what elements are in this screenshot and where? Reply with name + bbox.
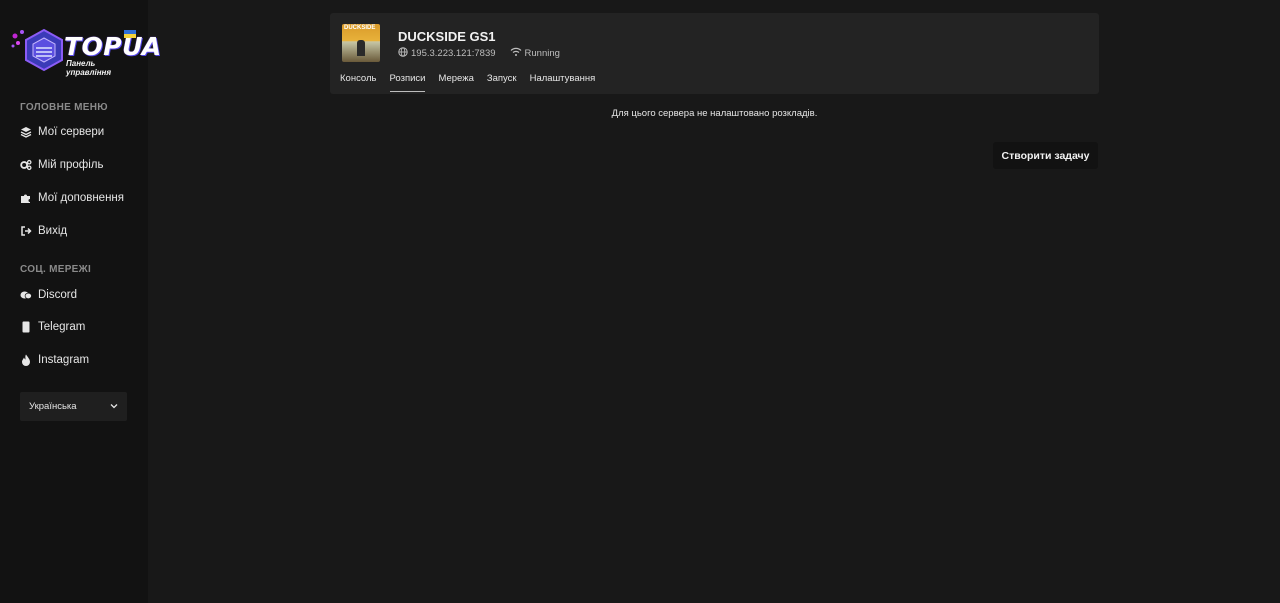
sidebar-item-logout[interactable]: Вихід xyxy=(20,222,67,240)
logout-icon xyxy=(20,225,32,237)
server-status-text: Running xyxy=(524,48,560,59)
sidebar-item-label: Вихід xyxy=(38,225,68,237)
puzzle-icon xyxy=(20,192,32,204)
sidebar-item-label: Telegram xyxy=(38,321,86,333)
sidebar-item-instagram[interactable]: Instagram xyxy=(20,351,89,369)
main-menu-title: ГОЛОВНЕ МЕНЮ xyxy=(20,102,108,113)
tab-settings[interactable]: Налаштування xyxy=(530,73,596,91)
sidebar-item-telegram[interactable]: Telegram xyxy=(20,318,85,336)
tab-console[interactable]: Консоль xyxy=(340,73,377,91)
server-address[interactable]: 195.3.223.121:7839 xyxy=(398,47,496,60)
logo-cube-icon xyxy=(11,28,63,72)
brand-logo[interactable]: TOPUA Панель управління xyxy=(10,26,161,77)
tab-network[interactable]: Мережа xyxy=(438,73,473,91)
sidebar-item-label: Мої сервери xyxy=(38,126,105,138)
wifi-icon xyxy=(510,47,522,60)
layers-icon xyxy=(20,126,32,138)
create-task-button[interactable]: Створити задачу xyxy=(993,142,1098,169)
language-selected: Українська xyxy=(29,401,77,412)
language-select[interactable]: Українська xyxy=(20,392,127,421)
globe-icon xyxy=(398,47,408,60)
instagram-icon xyxy=(20,354,32,366)
tab-startup[interactable]: Запуск xyxy=(487,73,517,91)
server-address-text: 195.3.223.121:7839 xyxy=(411,48,496,59)
thumbnail-logo-text: DUCKSIDE xyxy=(344,25,376,31)
server-tabs: Консоль Розписи Мережа Запуск Налаштуван… xyxy=(340,73,608,92)
logo-title: TOPUA xyxy=(64,32,162,61)
server-status: Running xyxy=(510,47,560,60)
sidebar-item-my-addons[interactable]: Мої доповнення xyxy=(20,189,124,207)
chevron-down-icon xyxy=(110,401,118,412)
server-name: DUCKSIDE GS1 xyxy=(398,29,496,44)
cogs-icon xyxy=(20,159,32,171)
sidebar-item-my-profile[interactable]: Мій профіль xyxy=(20,156,104,174)
sidebar-item-label: Мої доповнення xyxy=(38,192,125,204)
sidebar-item-my-servers[interactable]: Мої сервери xyxy=(20,123,104,141)
ukraine-flag-icon xyxy=(124,30,136,38)
sidebar-item-label: Discord xyxy=(38,289,77,301)
server-game-thumbnail: DUCKSIDE xyxy=(342,24,380,62)
schedules-empty-message: Для цього сервера не налаштовано розклад… xyxy=(611,108,818,119)
server-header-card: DUCKSIDE DUCKSIDE GS1 195.3.223.121:7839… xyxy=(330,13,1099,94)
tab-schedules[interactable]: Розписи xyxy=(389,73,425,92)
social-title: СОЦ. МЕРЕЖІ xyxy=(20,264,92,275)
discord-icon xyxy=(20,289,32,301)
sidebar-item-label: Мій профіль xyxy=(38,159,104,171)
server-meta: 195.3.223.121:7839 Running xyxy=(398,47,560,60)
sidebar: TOPUA Панель управління ГОЛОВНЕ МЕНЮ Мої… xyxy=(0,0,161,603)
telegram-icon xyxy=(20,321,32,333)
logo-subtitle: Панель управління xyxy=(66,59,112,77)
sidebar-item-discord[interactable]: Discord xyxy=(20,286,77,304)
sidebar-item-label: Instagram xyxy=(38,354,90,366)
